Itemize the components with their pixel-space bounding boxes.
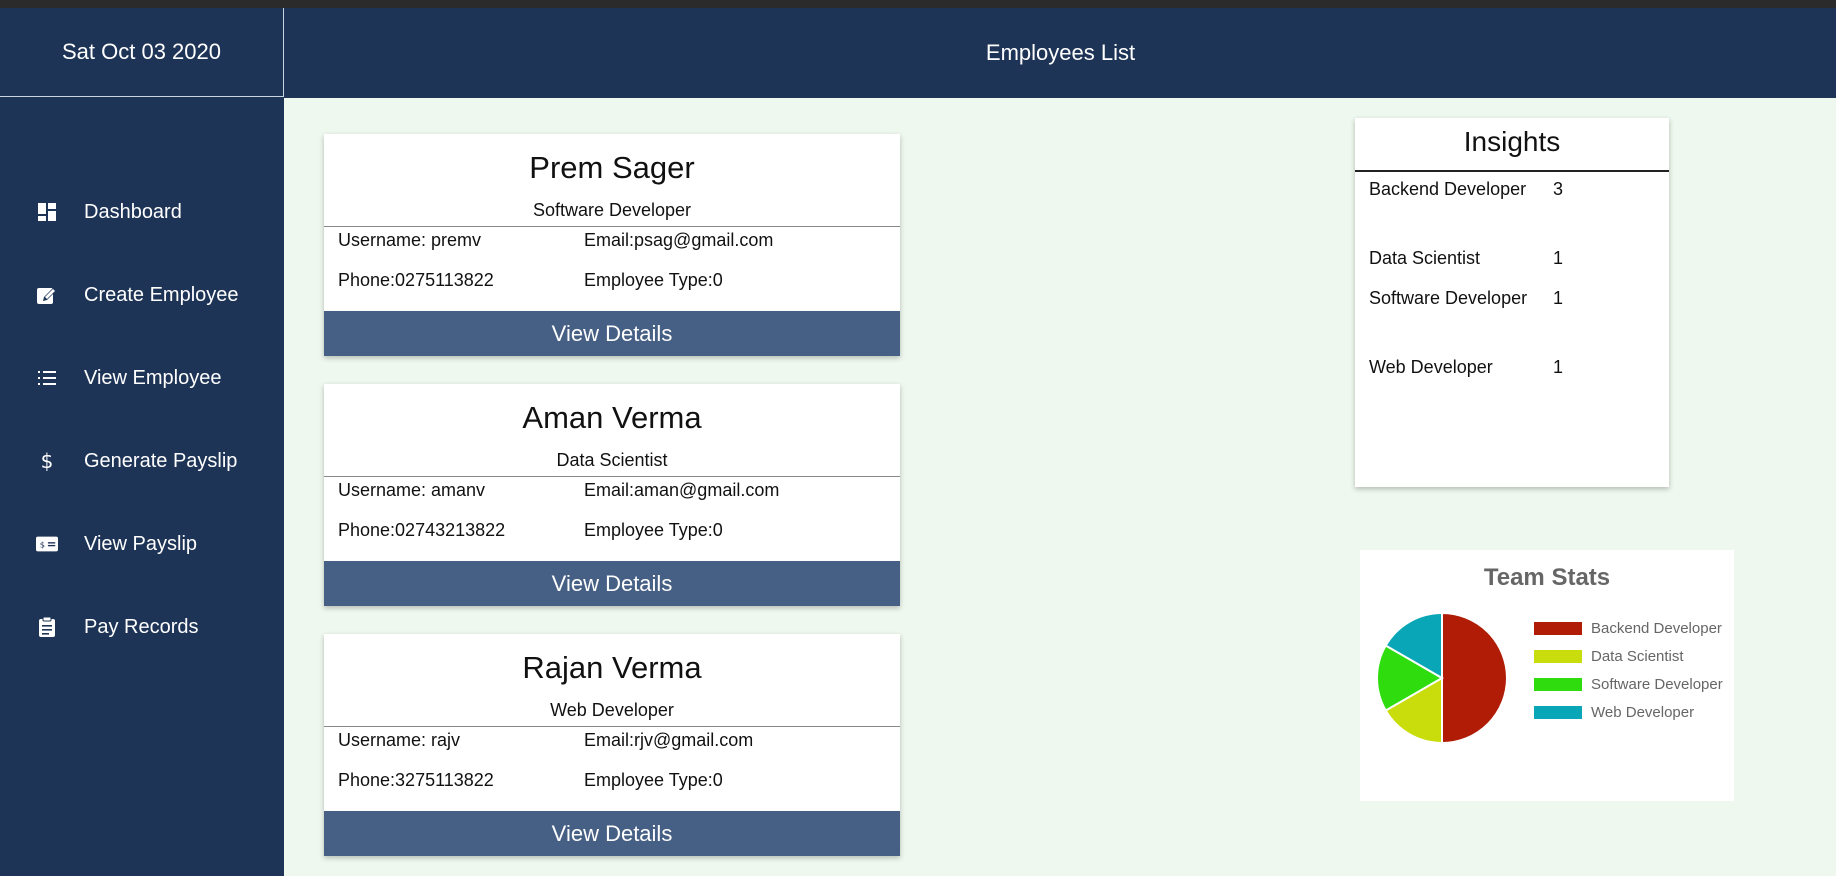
team-stats-chart: Team Stats Backend Developer Data Scienti… — [1360, 550, 1734, 801]
legend-swatch — [1534, 677, 1582, 691]
employee-username: Username: rajv — [338, 730, 461, 750]
view-details-button[interactable]: View Details — [324, 811, 900, 856]
employee-phone: Phone:3275113822 — [338, 770, 494, 790]
clipboard-icon — [36, 616, 58, 638]
sidebar-item-generate-payslip[interactable]: $ Generate Payslip — [0, 431, 284, 491]
employee-name: Rajan Verma — [522, 650, 702, 685]
employee-username: Username: amanv — [338, 480, 486, 500]
sidebar: Dashboard Create Employee View Employee … — [0, 98, 284, 876]
card-divider — [324, 226, 900, 227]
employee-email: Email:psag@gmail.com — [584, 230, 774, 250]
sidebar-item-label: Create Employee — [84, 283, 239, 306]
insights-row-value: 1 — [1553, 288, 1564, 308]
legend-item: Software Developer — [1534, 675, 1723, 693]
sidebar-item-label: Generate Payslip — [84, 449, 238, 472]
pie-slice-backend-developer — [1441, 611, 1508, 745]
legend-item: Web Developer — [1534, 703, 1695, 721]
employee-phone: Phone:02743213822 — [338, 520, 506, 540]
insights-row-value: 1 — [1553, 357, 1564, 377]
sidebar-item-view-employee[interactable]: View Employee — [0, 348, 284, 408]
view-details-button[interactable]: View Details — [324, 311, 900, 356]
edit-icon — [36, 284, 58, 306]
legend-item: Backend Developer — [1534, 619, 1722, 637]
legend-label: Data Scientist — [1591, 647, 1684, 665]
pie-chart — [1376, 611, 1508, 745]
sidebar-item-label: Pay Records — [84, 615, 199, 638]
legend-label: Web Developer — [1591, 703, 1695, 721]
insights-title: Insights — [1463, 126, 1561, 157]
legend-item: Data Scientist — [1534, 647, 1684, 665]
card-divider — [324, 476, 900, 477]
sidebar-item-pay-records[interactable]: Pay Records — [0, 597, 284, 657]
list-icon — [36, 367, 58, 389]
legend-swatch — [1534, 621, 1582, 635]
window-top-strip — [0, 0, 1836, 8]
employee-card: Rajan Verma Web Developer Username: rajv… — [324, 634, 900, 856]
insights-row-value: 3 — [1553, 179, 1564, 199]
legend-swatch — [1534, 649, 1582, 663]
employee-username: Username: premv — [338, 230, 482, 250]
svg-text:$: $ — [40, 540, 45, 550]
chart-title: Team Stats — [1483, 564, 1611, 591]
employee-role: Web Developer — [550, 700, 674, 720]
legend-label: Software Developer — [1591, 675, 1723, 693]
current-date: Sat Oct 03 2020 — [0, 8, 284, 97]
card-divider — [324, 726, 900, 727]
sidebar-item-label: Dashboard — [84, 200, 182, 223]
employee-email: Email:aman@gmail.com — [584, 480, 780, 500]
sidebar-item-view-payslip[interactable]: $ View Payslip — [0, 514, 284, 574]
insights-row-label: Software Developer — [1369, 288, 1528, 308]
employee-name: Aman Verma — [522, 400, 702, 435]
employee-type: Employee Type:0 — [584, 270, 723, 290]
page-title: Employees List — [285, 8, 1836, 97]
legend-swatch — [1534, 705, 1582, 719]
insights-row-value: 1 — [1553, 248, 1564, 268]
employee-email: Email:rjv@gmail.com — [584, 730, 754, 750]
employee-type: Employee Type:0 — [584, 520, 723, 540]
dashboard-icon — [36, 201, 58, 223]
view-details-button[interactable]: View Details — [324, 561, 900, 606]
insights-rule — [1355, 170, 1669, 172]
employee-role: Data Scientist — [556, 450, 668, 470]
sidebar-item-dashboard[interactable]: Dashboard — [0, 182, 284, 242]
svg-text:$: $ — [41, 450, 54, 472]
sidebar-item-label: View Payslip — [84, 532, 198, 555]
employee-name: Prem Sager — [529, 150, 695, 185]
insights-row-label: Web Developer — [1369, 357, 1493, 377]
insights-row-label: Backend Developer — [1369, 179, 1527, 199]
employee-role: Software Developer — [532, 200, 692, 220]
sidebar-item-label: View Employee — [84, 366, 222, 389]
sidebar-item-create-employee[interactable]: Create Employee — [0, 265, 284, 325]
legend-label: Backend Developer — [1591, 619, 1722, 637]
insights-panel: Insights Backend Developer 3 Data Scient… — [1355, 118, 1669, 487]
payslip-card-icon: $ — [36, 533, 58, 555]
main-content: Prem Sager Software Developer Username: … — [284, 98, 1836, 876]
insights-row-label: Data Scientist — [1369, 248, 1481, 268]
employee-phone: Phone:0275113822 — [338, 270, 494, 290]
dollar-icon: $ — [36, 450, 58, 472]
employee-type: Employee Type:0 — [584, 770, 723, 790]
employee-card: Prem Sager Software Developer Username: … — [324, 134, 900, 356]
employee-card: Aman Verma Data Scientist Username: aman… — [324, 384, 900, 606]
